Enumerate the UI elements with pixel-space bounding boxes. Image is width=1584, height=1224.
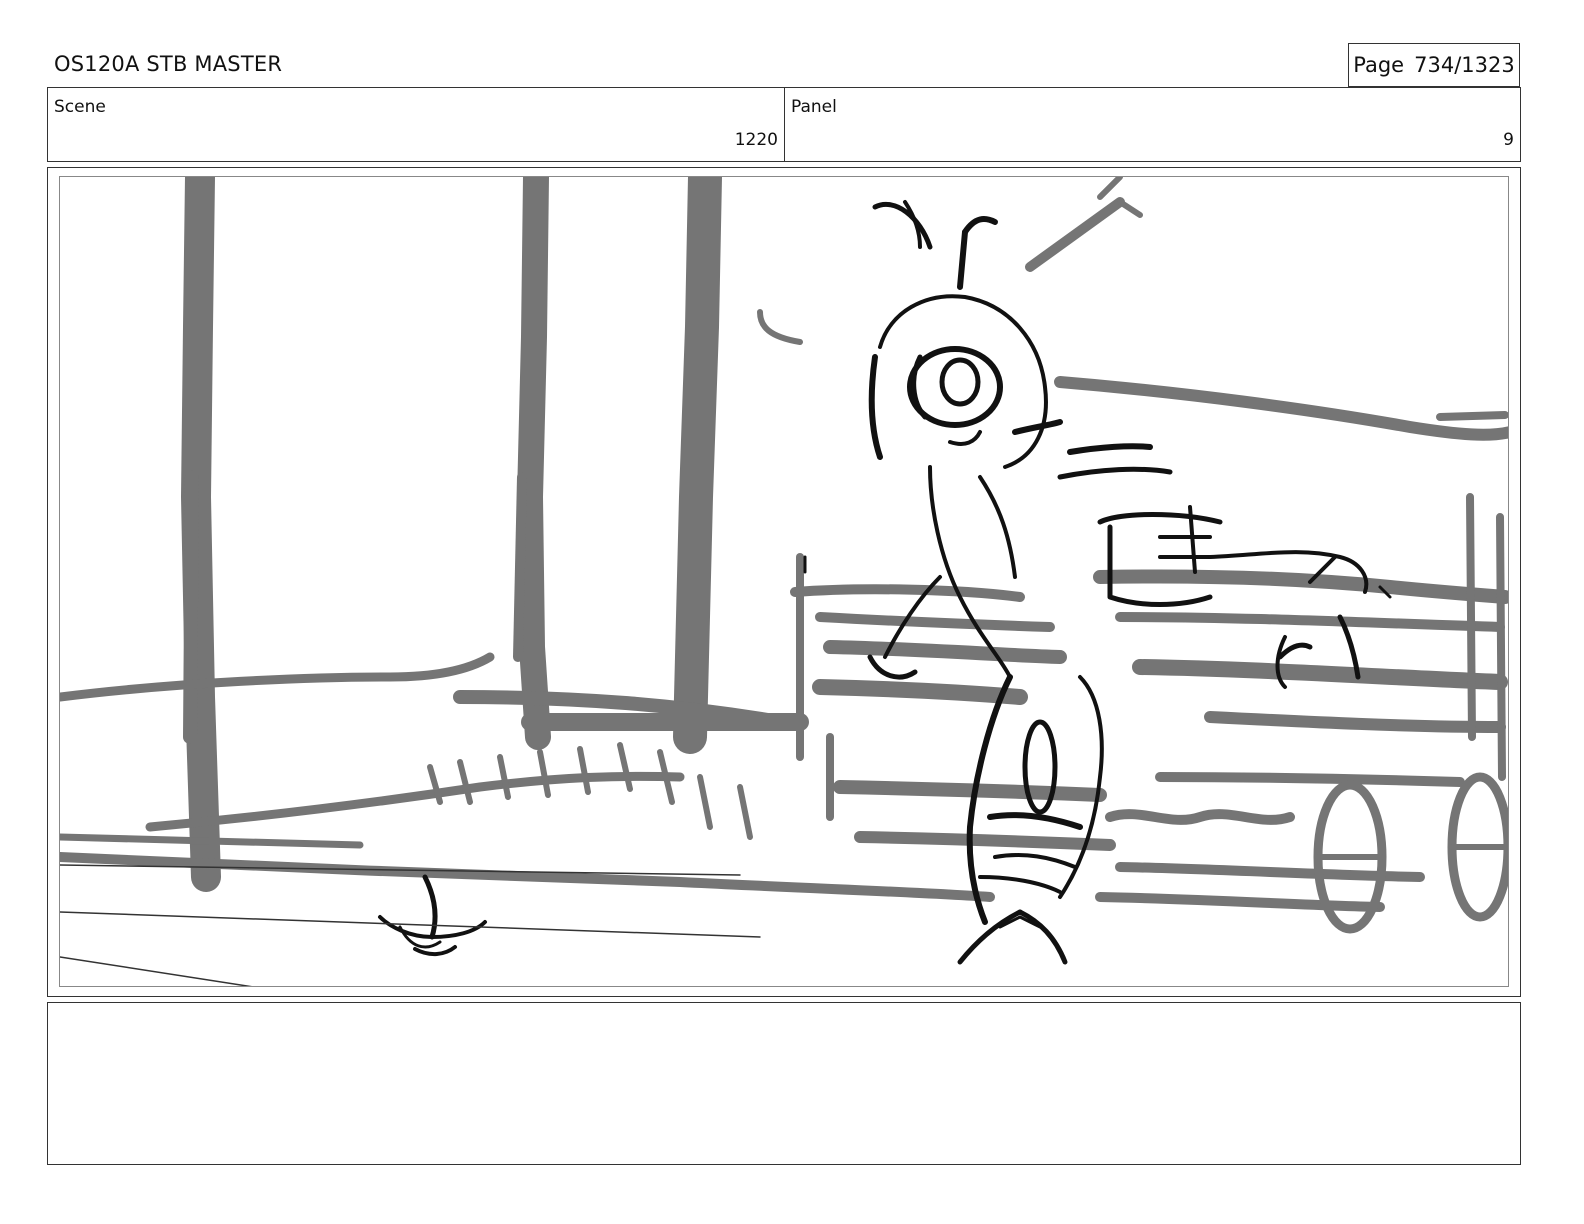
sketch-drawing [60, 177, 1508, 986]
panel-label: Panel [791, 97, 837, 117]
scene-number: 1220 [734, 130, 778, 150]
page-label: Page [1353, 53, 1405, 77]
storyboard-image [59, 176, 1509, 987]
scene-label: Scene [54, 97, 106, 117]
document-title: OS120A STB MASTER [54, 52, 283, 76]
panel-number: 9 [1503, 130, 1514, 150]
scene-cell: Scene 1220 [48, 88, 785, 161]
storyboard-frame [47, 167, 1521, 997]
page-indicator: Page 734/1323 [1348, 43, 1520, 87]
panel-cell: Panel 9 [785, 88, 1520, 161]
scene-panel-header: Scene 1220 Panel 9 [47, 87, 1521, 162]
page-number: 734/1323 [1414, 53, 1515, 77]
notes-area [47, 1002, 1521, 1165]
